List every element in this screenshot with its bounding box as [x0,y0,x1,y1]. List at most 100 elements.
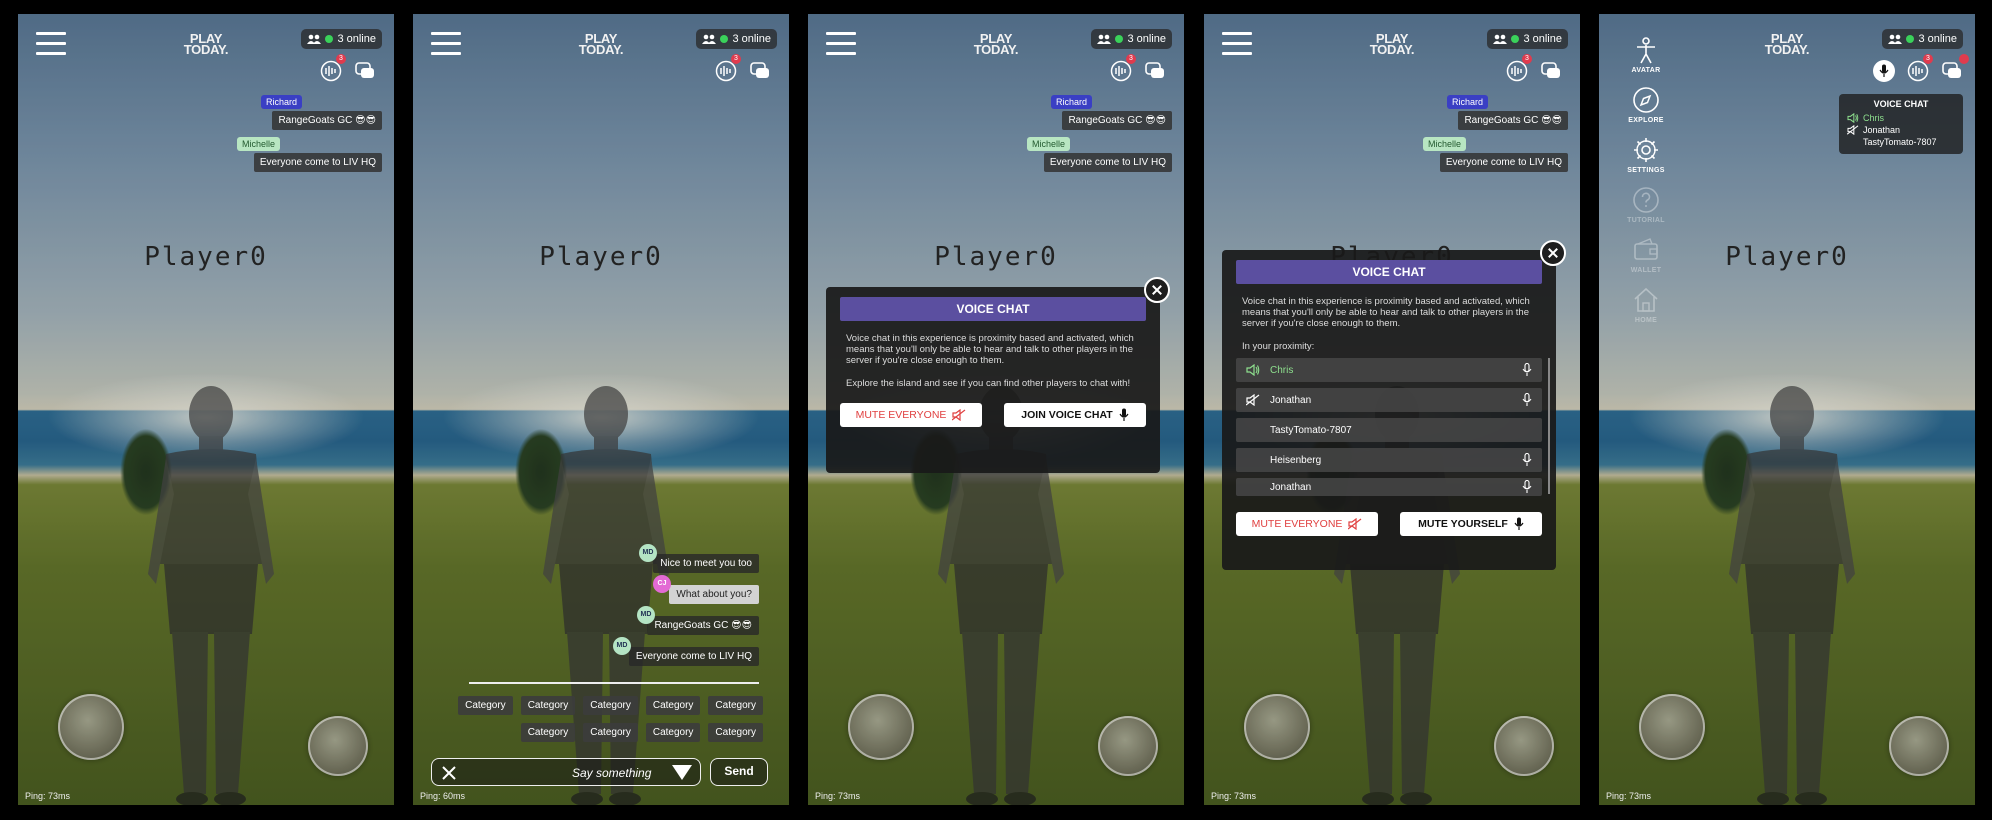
category-chip[interactable]: Category [458,696,513,715]
speaker-muted-icon [1348,518,1362,530]
menu-button[interactable] [431,32,461,56]
microphone-icon [1119,408,1129,422]
modal-title: VOICE CHAT [1236,260,1542,284]
modal-description: Voice chat in this experience is proximi… [1242,296,1530,329]
nav-settings[interactable]: SETTINGS [1621,136,1671,174]
menu-button[interactable] [826,32,856,56]
modal-description: Voice chat in this experience is proximi… [846,333,1134,366]
microphone-toggle-button[interactable] [1873,60,1895,82]
close-icon[interactable] [442,766,456,780]
list-scrollbar[interactable] [1548,358,1550,494]
move-joystick[interactable] [848,694,914,760]
category-chip[interactable]: Category [645,696,701,715]
camera-joystick[interactable] [1494,716,1554,776]
nav-explore[interactable]: EXPLORE [1621,86,1671,124]
side-nav: AVATAR EXPLORE SETTINGS TUTORIAL WALLET … [1621,36,1671,336]
category-chip[interactable]: Category [520,723,576,742]
speaking-icon [1847,113,1859,123]
chat-message: Everyone come to LIV HQ [628,647,759,666]
camera-joystick[interactable] [308,716,368,776]
modal-hint: Explore the island and see if you can fi… [846,378,1131,389]
join-voice-chat-button[interactable]: JOIN VOICE CHAT [1004,403,1146,427]
chat-user-tag: Richard [260,95,302,109]
player-row[interactable]: Jonathan [1236,478,1542,496]
close-icon[interactable] [1540,240,1566,266]
chat-divider [469,682,759,684]
chat-message: Everyone come to LIV HQ [1043,153,1172,172]
gear-icon [1634,138,1658,162]
chat-history: MD Nice to meet you too CJ What about you?… [559,544,759,674]
proximity-player-list[interactable]: Chris Jonathan TastyTomato-7807 Heisenbe… [1222,358,1556,496]
voice-chat-button[interactable]: 3 [1110,54,1136,82]
chat-message: RangeGoats GC 😎😎 [1062,111,1172,130]
chat-icon [1540,60,1562,82]
microphone-icon[interactable] [1522,480,1532,494]
camera-joystick[interactable] [1889,716,1949,776]
close-icon[interactable] [1144,277,1170,303]
player-row[interactable]: TastyTomato-7807 [1236,418,1542,442]
nav-avatar[interactable]: AVATAR [1621,36,1671,74]
voice-chat-button[interactable]: 3 [715,54,741,82]
player-row[interactable]: Chris [1236,358,1542,382]
voice-chat-button[interactable]: 3 [1907,54,1933,82]
chat-input-placeholder: Say something [572,766,652,780]
player-name: Player0 [1725,242,1849,272]
category-chip[interactable]: Category [520,696,576,715]
category-chip[interactable]: Category [708,723,763,742]
screen-voice-list: PLAY TODAY. 3 online 3 Richard RangeGoats… [1204,14,1580,805]
chat-button[interactable] [354,60,376,82]
mute-yourself-button[interactable]: MUTE YOURSELF [1400,512,1542,536]
online-count: 3 online [1487,29,1568,49]
chat-button[interactable] [1144,60,1166,82]
compass-icon [1633,87,1659,113]
camera-joystick[interactable] [1098,716,1158,776]
move-joystick[interactable] [1244,694,1310,760]
move-joystick[interactable] [58,694,124,760]
mute-everyone-button[interactable]: MUTE EVERYONE [840,403,982,427]
voice-badge: 3 [336,54,346,64]
microphone-icon [1514,517,1524,531]
voice-chat-button[interactable]: 3 [320,54,346,82]
menu-button[interactable] [36,32,66,56]
mute-everyone-button[interactable]: MUTE EVERYONE [1236,512,1378,536]
microphone-icon[interactable] [1522,453,1532,467]
nav-tutorial[interactable]: TUTORIAL [1621,186,1671,224]
chat-message: Everyone come to LIV HQ [253,153,382,172]
category-chip[interactable]: Category [583,696,638,715]
avatar-icon [1637,37,1655,64]
menu-button[interactable] [1222,32,1252,56]
home-icon [1634,287,1658,312]
dropdown-triangle-icon[interactable] [672,765,692,780]
ping-readout: Ping: 73ms [815,791,861,801]
player-row[interactable]: Jonathan [1236,388,1542,412]
user-avatar: CJ [653,575,671,593]
chat-button[interactable] [1941,54,1969,82]
microphone-icon[interactable] [1522,393,1532,407]
voice-chat-modal: VOICE CHAT Voice chat in this experience… [826,277,1170,473]
send-button[interactable]: Send [710,758,768,786]
category-chip[interactable]: Category [645,723,701,742]
ping-readout: Ping: 73ms [1606,791,1652,801]
category-chip[interactable]: Category [708,696,763,715]
move-joystick[interactable] [1639,694,1705,760]
online-dot [325,35,334,43]
play-today-logo: PLAY TODAY. [1764,31,1810,57]
people-icon [702,34,716,44]
category-chip[interactable]: Category [583,723,638,742]
chat-message: RangeGoats GC 😎😎 [1458,111,1568,130]
chat-user-tag: Richard [1050,95,1092,109]
chat-button[interactable] [749,60,771,82]
overlay-chat: Richard RangeGoats GC 😎😎 Michelle Everyo… [1368,92,1568,172]
voice-badge: 3 [1126,54,1136,64]
voice-chat-button[interactable]: 3 [1506,54,1532,82]
ping-readout: Ping: 60ms [420,791,466,801]
online-count: 3 online [696,29,777,49]
chat-input[interactable]: Say something [431,758,701,786]
player-row[interactable]: Heisenberg [1236,448,1542,472]
nav-home[interactable]: HOME [1621,286,1671,324]
chat-message: Nice to meet you too [653,554,759,573]
modal-title: VOICE CHAT [840,297,1146,321]
microphone-icon[interactable] [1522,363,1532,377]
mini-panel-title: VOICE CHAT [1873,99,1929,109]
chat-button[interactable] [1540,60,1562,82]
